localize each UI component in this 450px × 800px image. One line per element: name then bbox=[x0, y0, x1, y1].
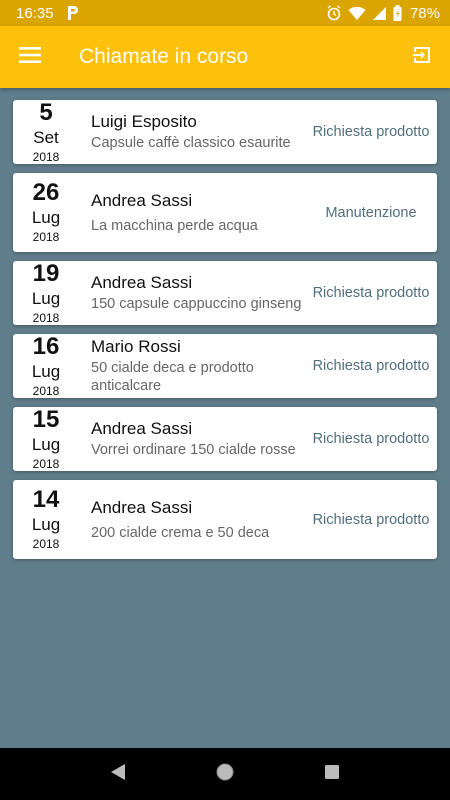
call-card[interactable]: 19 Lug 2018 Andrea Sassi 150 capsule cap… bbox=[13, 261, 437, 325]
home-button[interactable] bbox=[205, 754, 245, 794]
call-month: Lug bbox=[31, 208, 61, 227]
call-customer-name: Luigi Esposito bbox=[91, 112, 197, 131]
call-type: Richiesta prodotto bbox=[312, 431, 430, 447]
call-date: 16 Lug 2018 bbox=[13, 332, 79, 398]
logout-button[interactable] bbox=[394, 26, 450, 88]
back-button[interactable] bbox=[98, 754, 138, 794]
signal-icon bbox=[372, 6, 387, 21]
call-month: Lug bbox=[31, 288, 61, 308]
call-month: Lug bbox=[31, 515, 61, 534]
alarm-icon bbox=[326, 5, 342, 21]
calls-list: 5 Set 2018 Luigi Esposito Capsule caffè … bbox=[13, 100, 437, 568]
call-date: 15 Lug 2018 bbox=[13, 405, 79, 471]
call-info: Luigi Esposito Capsule caffè classico es… bbox=[79, 112, 309, 152]
call-date: 19 Lug 2018 bbox=[13, 259, 79, 325]
status-time: 16:35 bbox=[16, 4, 54, 22]
wifi-icon bbox=[348, 6, 366, 21]
call-customer-name: Andrea Sassi bbox=[91, 419, 193, 438]
call-day: 16 bbox=[32, 332, 60, 360]
page-title: Chiamate in corso bbox=[79, 45, 249, 68]
status-bar: 16:35 78% bbox=[0, 0, 450, 26]
back-triangle-icon bbox=[109, 763, 127, 786]
call-date: 14 Lug 2018 bbox=[13, 486, 79, 552]
call-day: 19 bbox=[32, 259, 60, 287]
system-navigation-bar bbox=[0, 748, 450, 800]
call-month: Set bbox=[33, 127, 59, 147]
menu-button[interactable] bbox=[0, 26, 60, 88]
call-customer-name: Andrea Sassi bbox=[91, 273, 193, 292]
call-description: Capsule caffè classico esaurite bbox=[91, 135, 291, 151]
call-year: 2018 bbox=[32, 149, 60, 164]
call-year: 2018 bbox=[32, 230, 60, 244]
battery-icon bbox=[393, 5, 402, 21]
call-type: Richiesta prodotto bbox=[312, 511, 430, 528]
call-day: 15 bbox=[32, 405, 60, 433]
call-year: 2018 bbox=[32, 383, 60, 398]
call-year: 2018 bbox=[32, 456, 60, 471]
call-month: Lug bbox=[31, 361, 61, 381]
recents-button[interactable] bbox=[312, 754, 352, 794]
call-info: Andrea Sassi La macchina perde acqua bbox=[79, 191, 309, 235]
call-customer-name: Andrea Sassi bbox=[91, 190, 193, 210]
call-day: 5 bbox=[39, 98, 53, 126]
call-year: 2018 bbox=[32, 310, 60, 325]
call-type: Richiesta prodotto bbox=[312, 358, 430, 374]
call-month: Lug bbox=[31, 434, 61, 454]
call-customer-name: Andrea Sassi bbox=[91, 497, 193, 517]
call-info: Andrea Sassi 150 capsule cappuccino gins… bbox=[79, 273, 309, 313]
call-type: Manutenzione bbox=[325, 204, 417, 221]
call-description: La macchina perde acqua bbox=[91, 217, 258, 234]
call-info: Andrea Sassi 200 cialde crema e 50 deca bbox=[79, 498, 309, 542]
call-info: Andrea Sassi Vorrei ordinare 150 cialde … bbox=[79, 419, 309, 459]
battery-percent: 78% bbox=[409, 4, 440, 22]
call-day: 26 bbox=[32, 179, 60, 206]
call-description: Vorrei ordinare 150 cialde rosse bbox=[91, 442, 296, 458]
call-card[interactable]: 26 Lug 2018 Andrea Sassi La macchina per… bbox=[13, 173, 437, 252]
call-card[interactable]: 16 Lug 2018 Mario Rossi 50 cialde deca e… bbox=[13, 334, 437, 398]
recents-square-icon bbox=[324, 764, 340, 785]
home-circle-icon bbox=[215, 762, 235, 787]
call-description: 50 cialde deca e prodotto anticalcare bbox=[91, 360, 254, 394]
call-type: Richiesta prodotto bbox=[312, 124, 430, 140]
hamburger-menu-icon bbox=[19, 46, 41, 68]
call-year: 2018 bbox=[32, 537, 60, 551]
call-description: 150 capsule cappuccino ginseng bbox=[91, 296, 302, 312]
call-info: Mario Rossi 50 cialde deca e prodotto an… bbox=[79, 337, 309, 395]
call-day: 14 bbox=[32, 486, 60, 513]
call-card[interactable]: 5 Set 2018 Luigi Esposito Capsule caffè … bbox=[13, 100, 437, 164]
call-customer-name: Mario Rossi bbox=[91, 337, 181, 356]
app-bar: Chiamate in corso bbox=[0, 26, 450, 88]
call-description: 200 cialde crema e 50 deca bbox=[91, 524, 270, 541]
call-card[interactable]: 14 Lug 2018 Andrea Sassi 200 cialde crem… bbox=[13, 480, 437, 559]
call-date: 5 Set 2018 bbox=[13, 98, 79, 164]
call-date: 26 Lug 2018 bbox=[13, 179, 79, 245]
call-card[interactable]: 15 Lug 2018 Andrea Sassi Vorrei ordinare… bbox=[13, 407, 437, 471]
exit-icon bbox=[411, 44, 433, 71]
parking-notification-icon bbox=[66, 5, 80, 21]
call-type: Richiesta prodotto bbox=[312, 285, 430, 301]
